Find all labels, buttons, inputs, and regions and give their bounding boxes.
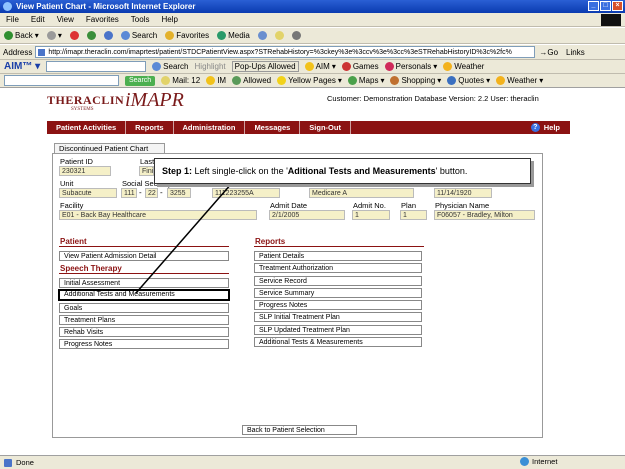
page-done-icon [4,458,12,467]
status-text: Done [16,458,34,467]
callout-post: ' button. [435,166,468,176]
security-zone: Internet [520,457,557,466]
callout-bold: Aditional Tests and Measurements [287,166,436,176]
callout-step: Step 1: [162,166,193,176]
status-bar: Done Internet [0,455,625,469]
callout-pre: Left single-click on the ' [194,166,288,176]
instruction-callout: Step 1: Left single-click on the ' Aditio… [154,158,531,184]
globe-icon [520,457,529,466]
callout-pointer-line [135,182,233,294]
